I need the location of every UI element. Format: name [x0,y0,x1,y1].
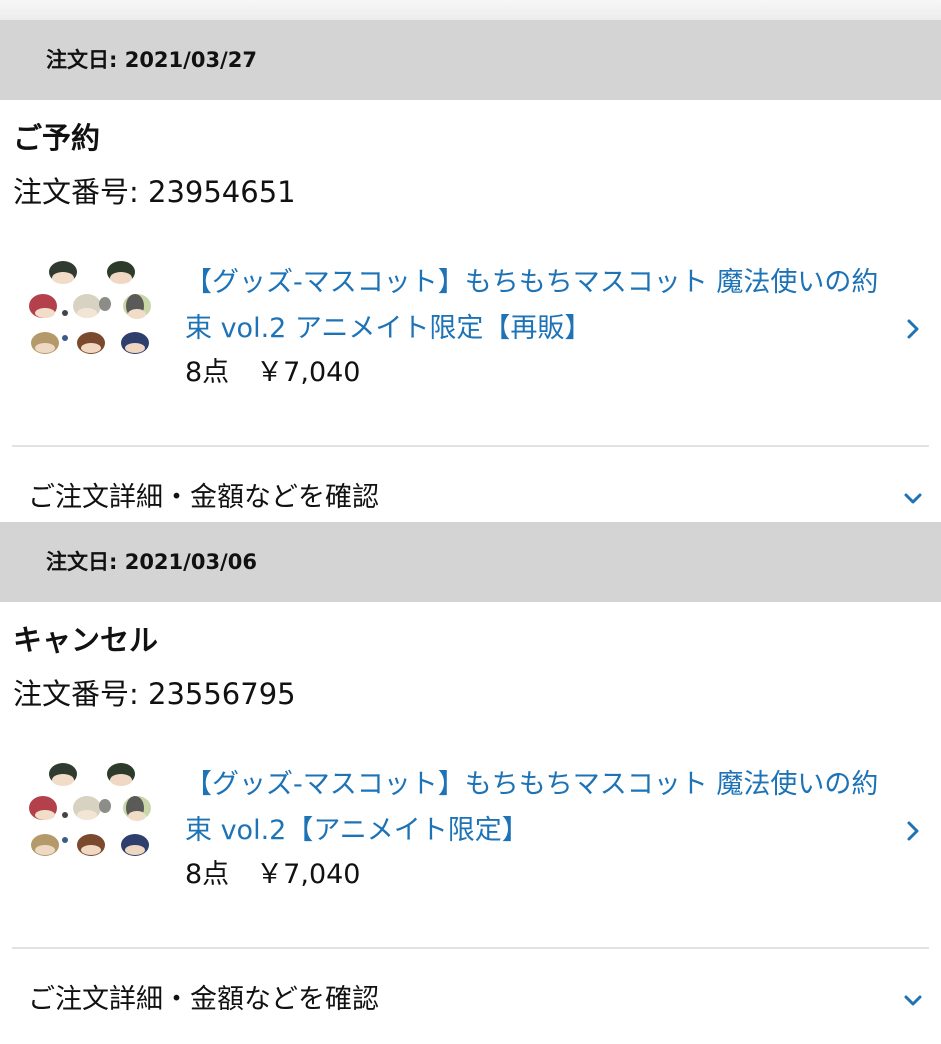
order-number: 注文番号: 23556795 [13,677,296,711]
order-status: ご予約 [13,121,101,155]
product-quantity-price: 8点 ￥7,040 [185,859,361,890]
product-thumbnail[interactable] [25,258,161,362]
order-date: 注文日: 2021/03/06 [46,550,257,574]
chevron-down-icon [902,992,924,1010]
order-card: 注文日: 2021/03/27 ご予約 注文番号: 23954651 【グッズ-… [0,20,941,522]
order-status: キャンセル [13,623,159,657]
order-details-toggle[interactable]: ご注文詳細・金額などを確認 [0,949,941,1044]
order-date-bar: 注文日: 2021/03/06 [0,522,941,602]
order-date: 注文日: 2021/03/27 [46,48,257,72]
chevron-down-icon [902,490,924,508]
product-title-link[interactable]: 【グッズ-マスコット】もちもちマスコット 魔法使いの約束 vol.2【アニメイト… [185,762,895,854]
order-date-bar: 注文日: 2021/03/27 [0,20,941,100]
order-number: 注文番号: 23954651 [13,175,296,209]
product-thumbnail[interactable] [25,760,161,864]
order-card: 注文日: 2021/03/06 キャンセル 注文番号: 23556795 【グッ… [0,522,941,1024]
chevron-right-icon[interactable] [903,316,923,342]
order-details-label: ご注文詳細・金額などを確認 [28,482,379,513]
top-bar-shadow [0,0,941,20]
order-details-label: ご注文詳細・金額などを確認 [28,984,379,1015]
chevron-right-icon[interactable] [903,818,923,844]
product-title-link[interactable]: 【グッズ-マスコット】もちもちマスコット 魔法使いの約束 vol.2 アニメイト… [185,260,895,352]
product-quantity-price: 8点 ￥7,040 [185,357,361,388]
